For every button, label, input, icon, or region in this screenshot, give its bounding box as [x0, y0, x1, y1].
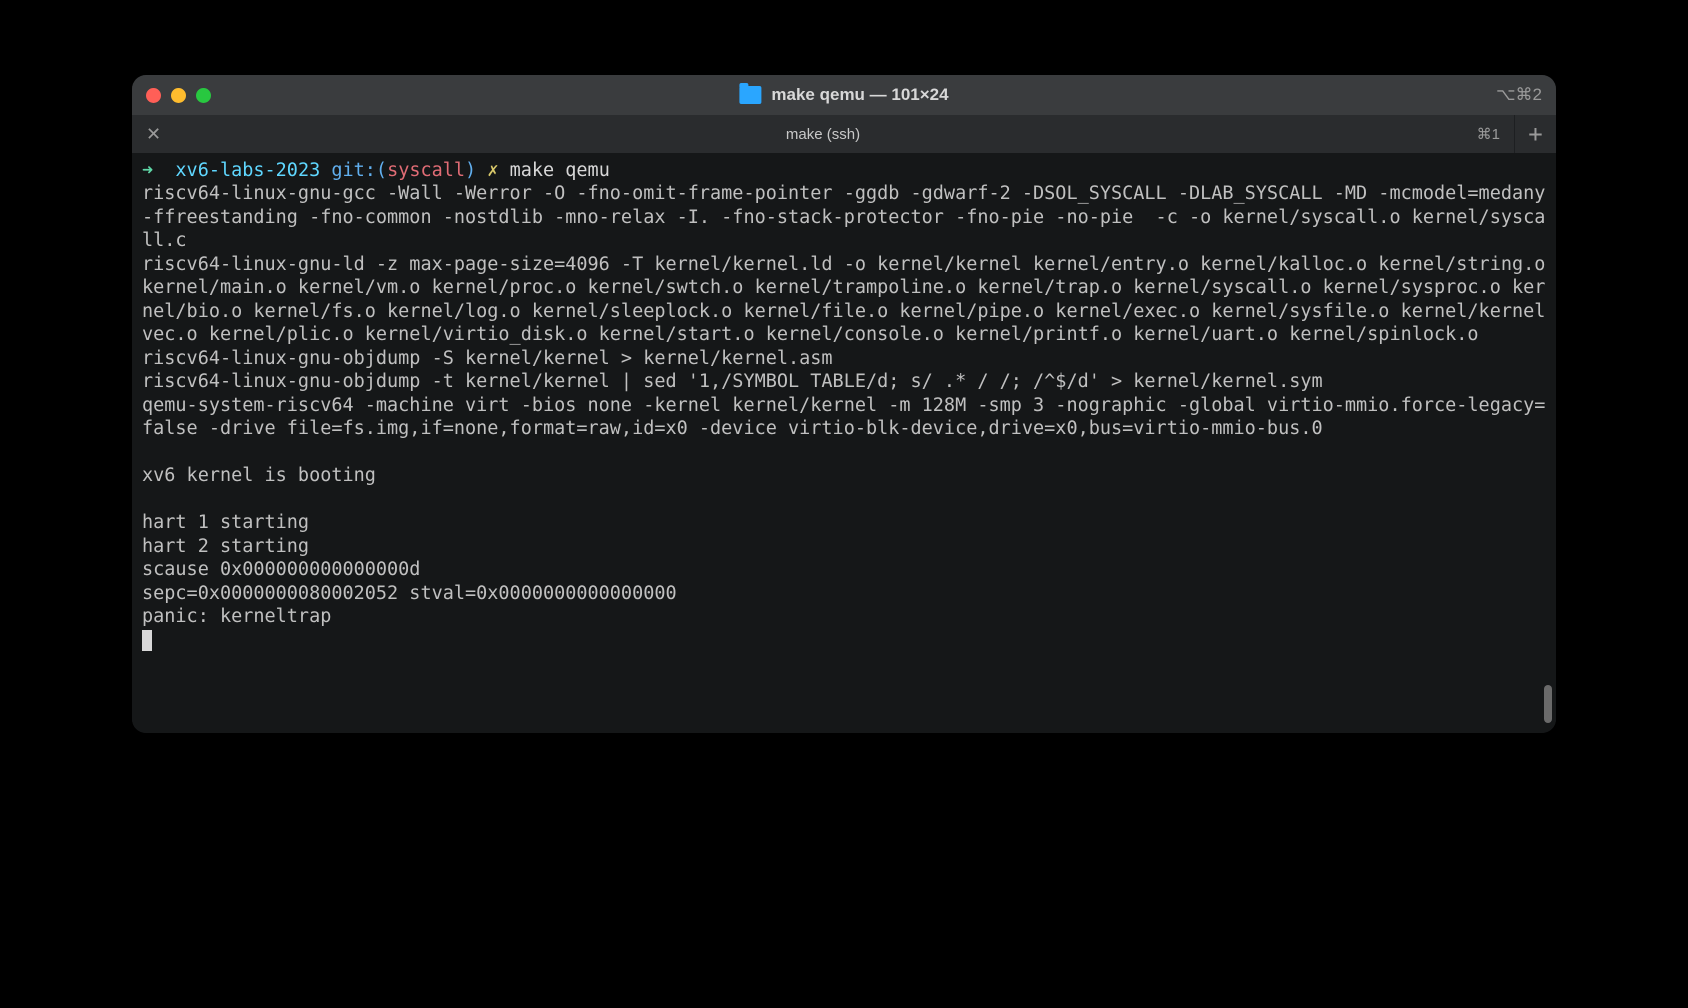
cursor: [142, 630, 152, 651]
tab-main[interactable]: ✕ make (ssh) ⌘1: [132, 115, 1514, 153]
titlebar-shortcut: ⌥⌘2: [1496, 85, 1542, 105]
prompt-arrow-icon: ➜: [142, 160, 153, 181]
scrollbar-thumb[interactable]: [1544, 685, 1552, 723]
close-tab-icon[interactable]: ✕: [146, 124, 161, 145]
prompt-git-label: git:: [331, 160, 376, 181]
terminal-output[interactable]: ➜ xv6-labs-2023 git:(syscall) ✗ make qem…: [132, 153, 1556, 733]
titlebar[interactable]: make qemu — 101×24 ⌥⌘2: [132, 75, 1556, 115]
window-controls: [146, 88, 211, 103]
window-title: make qemu — 101×24: [739, 85, 948, 105]
prompt-branch: syscall: [387, 160, 465, 181]
tab-shortcut: ⌘1: [1477, 125, 1500, 143]
new-tab-button[interactable]: +: [1514, 115, 1556, 153]
tab-bar: ✕ make (ssh) ⌘1 +: [132, 115, 1556, 153]
prompt-dirty-icon: ✗: [487, 160, 498, 181]
folder-icon: [739, 86, 761, 104]
entered-command: make qemu: [510, 160, 610, 181]
window-title-text: make qemu — 101×24: [771, 85, 948, 105]
close-window-button[interactable]: [146, 88, 161, 103]
minimize-window-button[interactable]: [171, 88, 186, 103]
maximize-window-button[interactable]: [196, 88, 211, 103]
tab-label: make (ssh): [786, 126, 860, 143]
terminal-window: make qemu — 101×24 ⌥⌘2 ✕ make (ssh) ⌘1 +…: [132, 75, 1556, 733]
prompt-cwd: xv6-labs-2023: [175, 160, 320, 181]
command-output: riscv64-linux-gnu-gcc -Wall -Werror -O -…: [142, 183, 1556, 627]
